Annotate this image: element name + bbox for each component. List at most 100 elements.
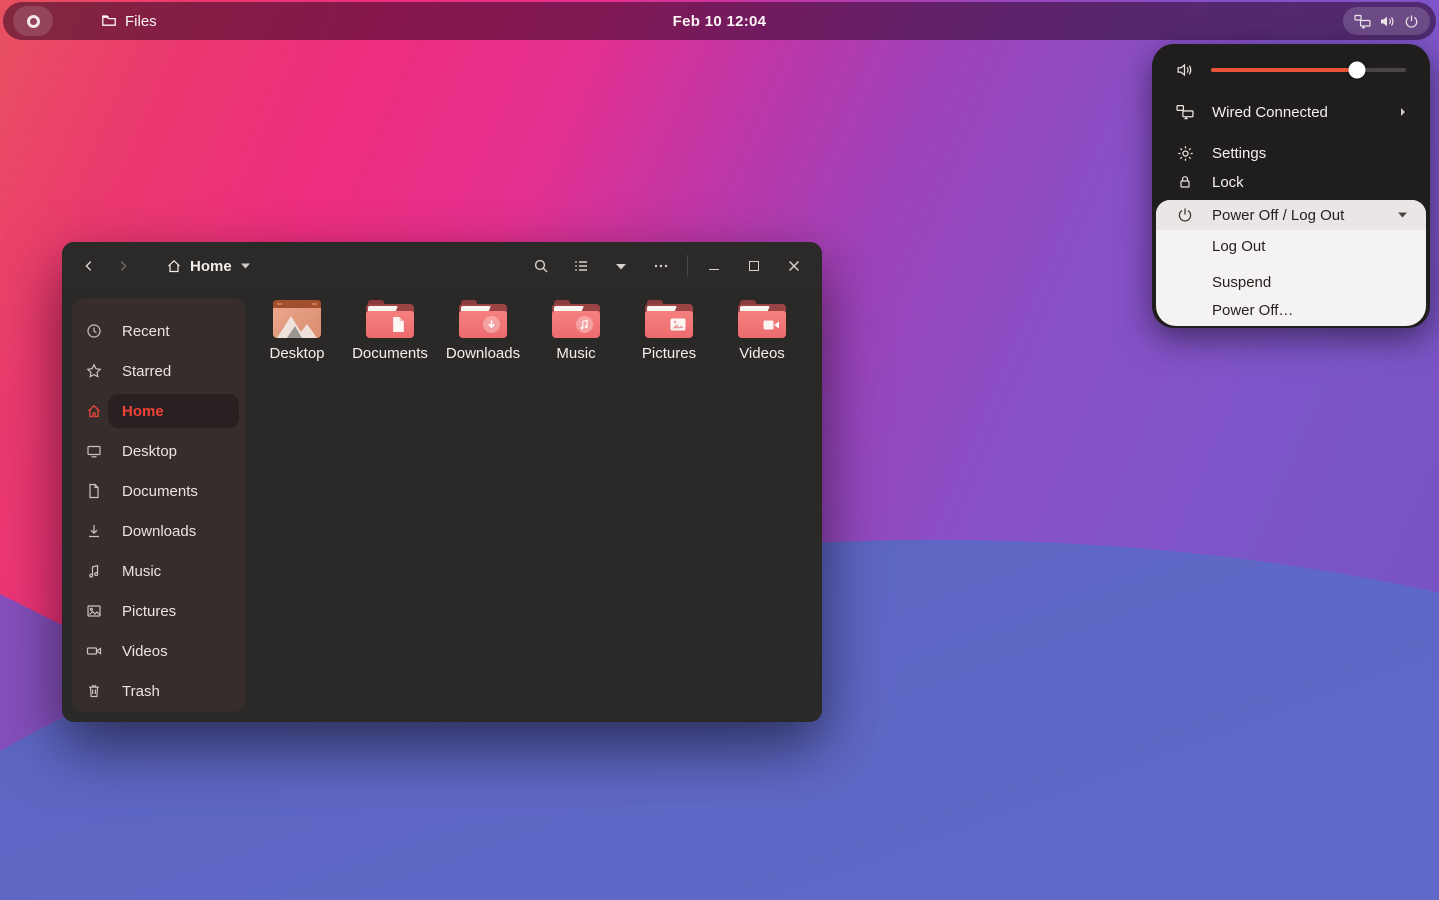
system-menu: Wired Connected Settings Lock Power Off …	[1152, 44, 1430, 328]
sidebar-item-home[interactable]: Home	[72, 391, 245, 431]
location-dropdown[interactable]: Home	[166, 258, 251, 275]
sidebar-item-label: Downloads	[122, 522, 197, 540]
sidebar-item-label: Home	[122, 402, 164, 420]
menu-item-wired[interactable]: Wired Connected	[1152, 98, 1430, 126]
volume-slider-knob[interactable]	[1348, 61, 1366, 79]
minimize-icon	[709, 268, 719, 271]
folder-icon	[101, 13, 117, 29]
menu-item-settings[interactable]: Settings	[1152, 139, 1430, 167]
lock-icon	[1176, 174, 1194, 190]
folder-item-music[interactable]: Music	[530, 300, 622, 362]
list-view-button[interactable]	[561, 249, 601, 283]
volume-slider-fill	[1211, 68, 1358, 72]
activities-indicator[interactable]	[13, 6, 53, 36]
sidebar-item-label: Pictures	[122, 602, 177, 620]
forward-button[interactable]	[106, 249, 140, 283]
documents-folder-icon	[366, 300, 414, 338]
folder-item-desktop[interactable]: Desktop	[251, 300, 343, 362]
sidebar-item-recent[interactable]: Recent	[72, 311, 245, 351]
sidebar-item-label: Music	[122, 562, 162, 580]
menu-item-power-off-log-out[interactable]: Power Off / Log Out	[1156, 200, 1426, 230]
menu-item-label: Lock	[1212, 173, 1244, 191]
speaker-icon	[1176, 62, 1194, 78]
star-icon	[86, 363, 102, 379]
menu-item-label: Wired Connected	[1212, 103, 1328, 121]
folder-grid: Desktop Documents Downloads Music Pictur…	[251, 300, 808, 362]
gear-icon	[1176, 145, 1194, 162]
minimize-button[interactable]	[694, 249, 734, 283]
folder-label: Desktop	[269, 345, 325, 362]
desktop-icon-screen	[273, 308, 321, 338]
close-button[interactable]	[774, 249, 814, 283]
sidebar-item-downloads[interactable]: Downloads	[72, 511, 245, 551]
monitor-icon	[86, 443, 102, 459]
back-button[interactable]	[72, 249, 106, 283]
main-menu-button[interactable]	[641, 249, 681, 283]
power-submenu-panel: Power Off / Log Out Log Out Suspend Powe…	[1156, 200, 1426, 326]
sidebar-item-label: Desktop	[122, 442, 178, 460]
clock[interactable]: Feb 10 12:04	[673, 13, 767, 30]
system-tray[interactable]	[1343, 7, 1430, 35]
trash-icon	[86, 683, 102, 699]
chevron-down-icon	[240, 262, 251, 270]
clock-icon	[86, 323, 102, 339]
folder-label: Downloads	[445, 345, 521, 362]
network-wired-icon	[1354, 14, 1371, 29]
sidebar: Recent Starred Home Desktop Documents Do…	[72, 298, 245, 712]
menu-item-label: Settings	[1212, 144, 1267, 162]
headerbar-separator	[687, 255, 688, 277]
submenu-item-log-out[interactable]: Log Out	[1156, 232, 1426, 260]
folder-item-pictures[interactable]: Pictures	[623, 300, 715, 362]
image-icon	[86, 603, 102, 619]
download-icon	[86, 523, 102, 539]
app-menu-label: Files	[125, 12, 157, 30]
sidebar-item-desktop[interactable]: Desktop	[72, 431, 245, 471]
network-wired-icon	[1176, 104, 1194, 120]
picture-emblem-icon	[669, 316, 686, 333]
submenu-item-suspend[interactable]: Suspend	[1156, 268, 1426, 296]
downloads-folder-icon	[459, 300, 507, 338]
folder-item-downloads[interactable]: Downloads	[437, 300, 529, 362]
maximize-button[interactable]	[734, 249, 774, 283]
video-emblem-icon	[762, 316, 779, 333]
folder-item-documents[interactable]: Documents	[344, 300, 436, 362]
headerbar-actions	[521, 249, 814, 283]
view-options-button[interactable]	[601, 249, 641, 283]
sidebar-item-label: Trash	[122, 682, 160, 700]
power-icon	[1176, 207, 1194, 223]
submenu-item-label: Log Out	[1212, 237, 1266, 255]
volume-slider[interactable]	[1211, 61, 1406, 79]
menu-item-lock[interactable]: Lock	[1152, 168, 1430, 196]
sidebar-item-documents[interactable]: Documents	[72, 471, 245, 511]
sidebar-item-videos[interactable]: Videos	[72, 631, 245, 671]
video-camera-icon	[86, 643, 102, 659]
search-button[interactable]	[521, 249, 561, 283]
volume-icon	[1379, 14, 1396, 29]
chevron-right-icon	[1398, 107, 1408, 117]
menu-item-label: Power Off / Log Out	[1212, 206, 1345, 224]
sidebar-item-music[interactable]: Music	[72, 551, 245, 591]
music-folder-icon	[552, 300, 600, 338]
app-menu-files[interactable]: Files	[101, 13, 157, 30]
top-bar: Files Feb 10 12:04	[3, 2, 1436, 40]
music-note-icon	[86, 563, 102, 579]
submenu-item-label: Power Off…	[1212, 301, 1294, 319]
music-emblem-icon	[576, 316, 593, 333]
folder-label: Videos	[739, 345, 785, 362]
submenu-item-label: Suspend	[1212, 273, 1272, 291]
headerbar: Home	[62, 242, 822, 290]
folder-label: Music	[556, 345, 596, 362]
videos-folder-icon	[738, 300, 786, 338]
desktop-folder-icon	[273, 300, 321, 338]
chevron-down-icon	[1397, 211, 1408, 219]
volume-row	[1152, 56, 1430, 84]
folder-item-videos[interactable]: Videos	[716, 300, 808, 362]
sidebar-item-label: Starred	[122, 362, 172, 380]
submenu-item-power-off[interactable]: Power Off…	[1156, 296, 1426, 324]
desktop-icon-dot	[312, 303, 317, 305]
sidebar-item-trash[interactable]: Trash	[72, 671, 245, 711]
home-icon	[166, 258, 182, 274]
sidebar-item-pictures[interactable]: Pictures	[72, 591, 245, 631]
sidebar-item-starred[interactable]: Starred	[72, 351, 245, 391]
sidebar-item-label: Documents	[122, 482, 198, 500]
